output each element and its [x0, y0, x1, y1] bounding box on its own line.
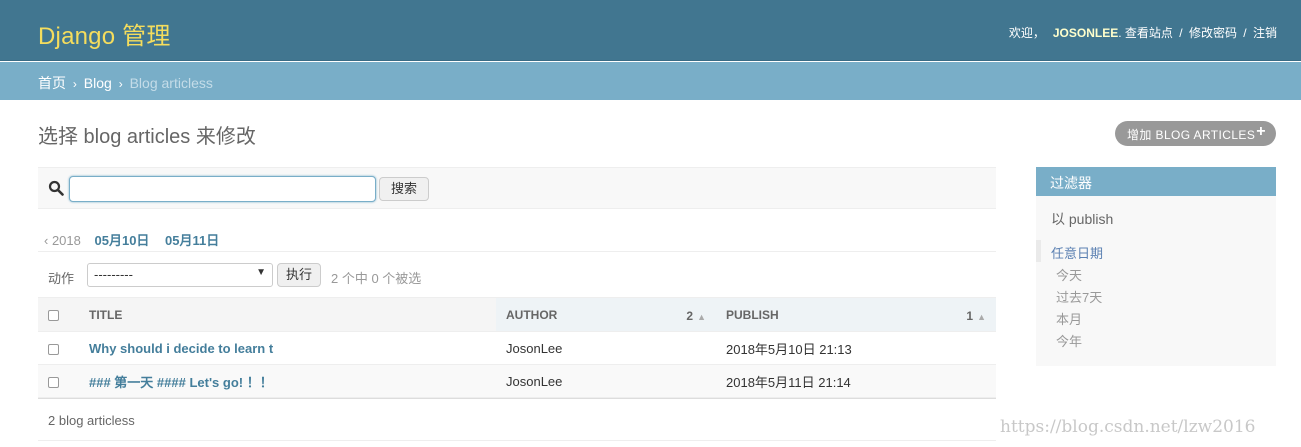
action-go-button[interactable]: 执行 [277, 263, 321, 287]
date-hierarchy: ‹ 2018 05月10日 05月11日 [38, 224, 996, 252]
chevron-down-icon: ▼ [256, 267, 266, 278]
sort-priority: 1 [966, 309, 974, 323]
select-all-header [38, 297, 79, 332]
breadcrumb-separator: › [118, 77, 123, 91]
table-row: ### 第一天 #### Let's go! ！！ JosonLee 2018年… [38, 364, 996, 398]
publish-cell: 2018年5月11日 21:14 [716, 364, 996, 398]
site-header: Django 管理 欢迎， JOSONLEE. 查看站点 / 修改密码 / 注销 [0, 0, 1301, 61]
action-select[interactable]: --------- ▼ [87, 263, 273, 287]
separator: / [1243, 26, 1247, 40]
search-input[interactable] [69, 176, 376, 202]
separator: / [1179, 26, 1183, 40]
filter-title: 过滤器 [1036, 167, 1276, 196]
column-header-author-label: AUTHOR [506, 307, 558, 322]
article-link[interactable]: Why should i decide to learn t [89, 341, 273, 356]
breadcrumb-home[interactable]: 首页 [38, 75, 66, 91]
filter-item-this-year[interactable]: 今年 [1036, 328, 1276, 350]
username: JOSONLEE [1052, 26, 1119, 40]
sort-ascending-icon: ▲ [977, 312, 986, 322]
add-button-label: 增加 BLOG ARTICLES [1127, 128, 1256, 142]
author-cell: JosonLee [496, 364, 716, 398]
column-header-publish[interactable]: PUBLISH 1 ▲ [716, 297, 996, 332]
date-hierarchy-item[interactable]: 05月11日 [165, 233, 219, 248]
date-hierarchy-item[interactable]: 05月10日 [95, 233, 150, 248]
view-site-link[interactable]: 查看站点 [1125, 26, 1173, 40]
result-table: TITLE AUTHOR 2 ▲ PUBLISH 1 ▲ Why should i … [38, 297, 996, 398]
plus-icon: + [1256, 123, 1266, 140]
table-header-row: TITLE AUTHOR 2 ▲ PUBLISH 1 ▲ [38, 297, 996, 332]
actions-bar: 动作 --------- ▼ 执行 2 个中 0 个被选 [38, 253, 996, 297]
row-checkbox[interactable] [48, 343, 59, 355]
select-all-checkbox[interactable] [48, 309, 59, 321]
page-title: 选择 blog articles 来修改 [38, 126, 256, 148]
actions-label: 动作 [48, 271, 75, 286]
site-brand[interactable]: Django 管理 [38, 16, 171, 51]
search-icon [48, 180, 64, 196]
filter-group-title: 以 publish [1051, 211, 1114, 227]
title-cell: ### 第一天 #### Let's go! ！！ [79, 364, 496, 398]
column-header-author[interactable]: AUTHOR 2 ▲ [496, 297, 716, 332]
row-checkbox[interactable] [48, 376, 59, 388]
action-select-value: --------- [94, 267, 133, 282]
filter-item-any-date[interactable]: 任意日期 [1036, 240, 1276, 262]
row-select-cell [38, 364, 79, 398]
filter-panel: 过滤器 以 publish 任意日期 今天 过去7天 本月 今年 [1036, 167, 1276, 366]
sort-indicator[interactable]: 2 ▲ [686, 309, 706, 323]
filter-item-this-month[interactable]: 本月 [1036, 306, 1276, 328]
filter-list: 任意日期 今天 过去7天 本月 今年 [1036, 240, 1276, 350]
author-cell: JosonLee [496, 331, 716, 365]
watermark: https://blog.csdn.net/lzw2016 [1000, 417, 1256, 437]
search-toolbar: 搜索 [38, 167, 996, 209]
article-link[interactable]: ### 第一天 #### Let's go! ！！ [89, 375, 273, 390]
breadcrumb-separator: › [72, 77, 77, 91]
column-header-publish-label: PUBLISH [726, 307, 779, 322]
breadcrumb-current: Blog articless [129, 75, 213, 91]
date-hierarchy-back[interactable]: ‹ 2018 [44, 233, 81, 248]
paginator: 2 blog articless [38, 398, 996, 441]
breadcrumb: 首页 › Blog › Blog articless [0, 62, 1301, 100]
row-select-cell [38, 331, 79, 365]
add-blog-articles-button[interactable]: 增加 BLOG ARTICLES + [1115, 121, 1276, 146]
sort-ascending-icon: ▲ [697, 312, 706, 322]
title-cell: Why should i decide to learn t [79, 331, 496, 365]
change-password-link[interactable]: 修改密码 [1189, 26, 1237, 40]
logout-link[interactable]: 注销 [1253, 26, 1277, 40]
search-button[interactable]: 搜索 [379, 177, 429, 201]
table-row: Why should i decide to learn t JosonLee … [38, 331, 996, 365]
column-header-title[interactable]: TITLE [79, 297, 496, 332]
column-header-title-label: TITLE [89, 307, 123, 322]
selection-counter: 2 个中 0 个被选 [331, 271, 422, 286]
filter-item-past-7-days[interactable]: 过去7天 [1036, 284, 1276, 306]
sort-priority: 2 [686, 309, 694, 323]
welcome-text: 欢迎， [1008, 26, 1045, 40]
publish-cell: 2018年5月10日 21:13 [716, 331, 996, 365]
filter-item-today[interactable]: 今天 [1036, 262, 1276, 284]
sort-indicator[interactable]: 1 ▲ [966, 309, 986, 323]
breadcrumb-app[interactable]: Blog [84, 75, 112, 91]
user-tools: 欢迎， JOSONLEE. 查看站点 / 修改密码 / 注销 [1008, 26, 1277, 40]
